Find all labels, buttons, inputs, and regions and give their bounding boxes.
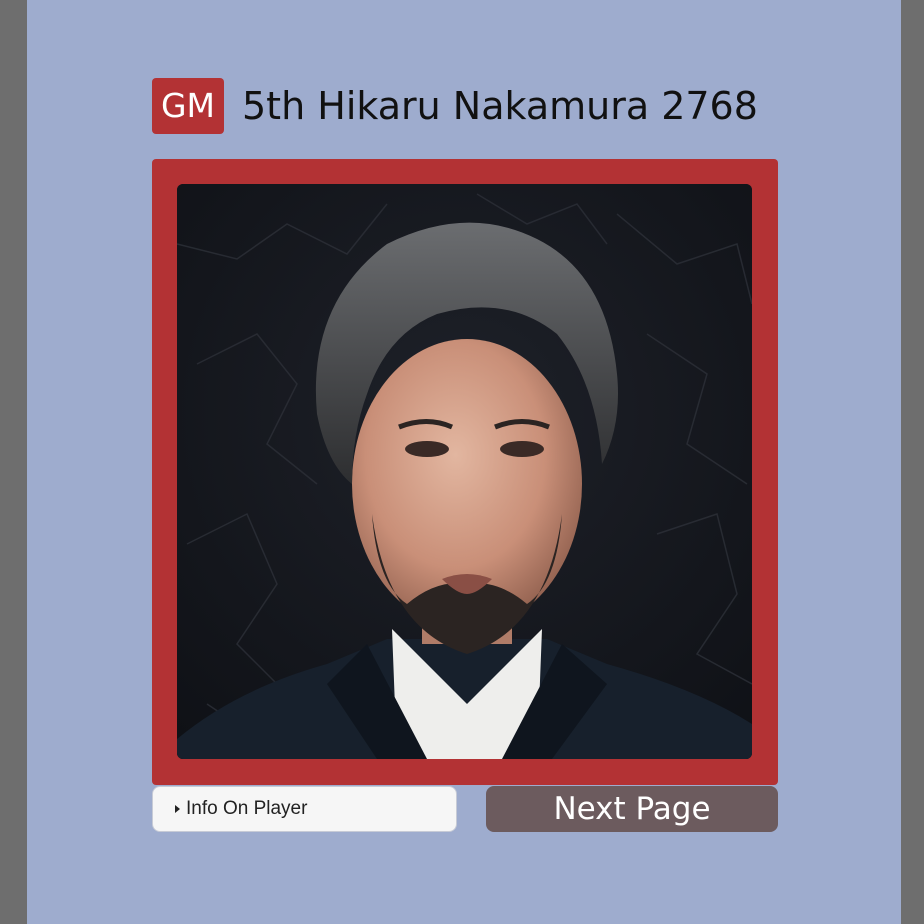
player-portrait-image [177, 184, 752, 759]
next-page-button[interactable]: Next Page [486, 786, 778, 832]
player-info-label: Info On Player [186, 798, 308, 819]
disclosure-triangle-icon [175, 805, 180, 813]
player-info-toggle[interactable]: Info On Player [152, 786, 457, 832]
player-photo [177, 184, 752, 759]
photo-frame [152, 159, 778, 785]
player-heading: 5th Hikaru Nakamura 2768 [242, 84, 758, 128]
title-badge: GM [152, 78, 224, 134]
player-header: GM 5th Hikaru Nakamura 2768 [152, 78, 758, 134]
